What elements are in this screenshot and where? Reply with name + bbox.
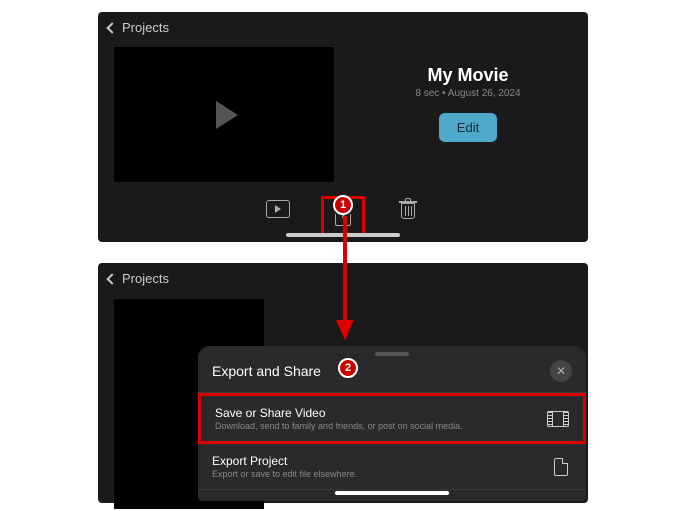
project-meta: 8 sec • August 26, 2024 xyxy=(364,88,572,99)
play-rect-icon xyxy=(266,200,290,218)
back-button[interactable]: Projects xyxy=(122,20,169,35)
save-share-video-row[interactable]: Save or Share Video Download, send to fa… xyxy=(198,393,586,444)
annotation-badge-1: 1 xyxy=(333,195,353,215)
edit-button[interactable]: Edit xyxy=(439,113,497,142)
video-preview[interactable] xyxy=(114,47,334,182)
film-icon xyxy=(547,410,569,428)
home-indicator xyxy=(286,233,400,237)
row-title: Save or Share Video xyxy=(215,406,463,420)
project-title: My Movie xyxy=(364,65,572,86)
play-fullscreen-button[interactable] xyxy=(263,196,293,222)
back-button[interactable]: Projects xyxy=(122,271,169,286)
close-button[interactable]: ✕ xyxy=(550,360,572,382)
trash-icon xyxy=(399,199,417,219)
row-subtitle: Download, send to family and friends, or… xyxy=(215,421,463,431)
sheet-title: Export and Share xyxy=(212,363,321,379)
close-icon: ✕ xyxy=(556,364,566,378)
delete-button[interactable] xyxy=(393,196,423,222)
export-project-row[interactable]: Export Project Export or save to edit fi… xyxy=(198,444,586,490)
annotation-badge-2: 2 xyxy=(338,358,358,378)
chevron-left-icon xyxy=(106,22,117,33)
play-icon xyxy=(216,101,238,129)
project-screen-bottom: Projects Export and Share ✕ Save or Shar… xyxy=(98,263,588,503)
project-info: My Movie 8 sec • August 26, 2024 Edit xyxy=(364,47,572,182)
home-indicator xyxy=(335,491,449,495)
nav-bar: Projects xyxy=(98,12,588,43)
sheet-grabber[interactable] xyxy=(375,352,409,356)
nav-bar: Projects xyxy=(98,263,588,294)
row-subtitle: Export or save to edit file elsewhere. xyxy=(212,469,357,479)
row-title: Export Project xyxy=(212,454,357,468)
chevron-left-icon xyxy=(106,273,117,284)
export-share-sheet: Export and Share ✕ Save or Share Video D… xyxy=(198,346,586,501)
document-icon xyxy=(550,458,572,476)
